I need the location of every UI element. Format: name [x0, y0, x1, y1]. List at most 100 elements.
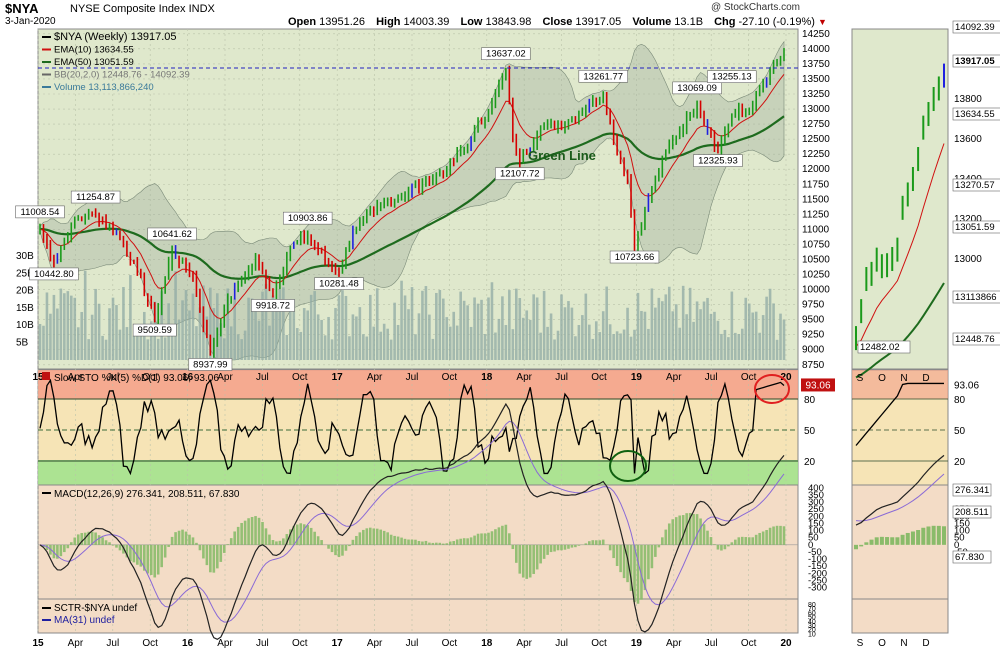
price-axis-tick: 10750: [802, 239, 830, 250]
zoom-macd-histogram-bar: [879, 536, 884, 545]
macd-histogram-bar: [480, 533, 483, 545]
zoom-macd-histogram-bar: [859, 544, 864, 547]
volume-bar: [462, 300, 466, 360]
macd-histogram-bar: [441, 543, 445, 545]
volume-bar: [664, 294, 668, 360]
volume-bar: [163, 337, 167, 360]
x-axis-tick-bottom: Oct: [142, 638, 158, 649]
price-axis-tick: 13500: [802, 74, 830, 85]
zoom-price-label-text: 13917.05: [955, 56, 995, 67]
macd-histogram-bar: [765, 530, 768, 545]
volume-bar: [643, 311, 647, 360]
macd-histogram-bar: [389, 534, 393, 545]
volume-bar: [601, 311, 605, 360]
volume-bar: [713, 311, 716, 360]
price-axis-tick: 9500: [802, 315, 825, 326]
volume-bar: [594, 321, 598, 360]
macd-histogram-bar: [521, 544, 525, 578]
volume-bar: [671, 311, 675, 360]
volume-bar: [403, 295, 407, 360]
volume-bar: [174, 271, 177, 360]
volume-bar: [316, 314, 320, 360]
zoom-price-label: 13917.05: [952, 54, 1000, 68]
price-axis-tick: 13000: [802, 104, 830, 115]
zoom-price-panel: [851, 28, 949, 370]
macd-histogram-bar: [681, 515, 685, 545]
macd-histogram-bar: [337, 544, 341, 558]
macd-histogram-bar: [542, 544, 546, 559]
macd-histogram-bar: [149, 544, 153, 575]
macd-histogram-bar: [608, 544, 612, 551]
x-axis-tick-bottom: Apr: [68, 638, 84, 649]
volume-bar: [389, 339, 393, 360]
volume-bar: [740, 328, 744, 360]
volume-bar: [497, 318, 501, 360]
macd-histogram-bar: [514, 544, 518, 563]
price-annotation-text: 12325.93: [698, 156, 738, 167]
volume-bar: [633, 329, 636, 360]
volume-bar: [362, 334, 365, 360]
zoom-price-tick: 13800: [954, 94, 982, 105]
volume-bar: [417, 313, 421, 360]
x-axis-tick: Oct: [591, 372, 607, 383]
macd-histogram-bar: [111, 544, 115, 546]
volume-bar: [94, 288, 97, 360]
macd-histogram-bar: [720, 544, 723, 551]
volume-bar: [699, 309, 702, 360]
sto-last-value-text: 93.06: [805, 380, 830, 391]
zoom-macd-value: 276.341: [952, 483, 992, 497]
volume-bar: [396, 324, 400, 360]
macd-histogram-bar: [751, 537, 755, 545]
macd-histogram-bar: [487, 532, 490, 545]
macd-histogram-bar: [212, 544, 216, 573]
volume-bar: [441, 298, 445, 360]
macd-histogram-bar: [174, 532, 177, 545]
macd-histogram-bar: [132, 544, 136, 563]
macd-histogram-bar: [170, 536, 174, 545]
volume-bar: [146, 339, 150, 360]
price-axis-tick: 12500: [802, 134, 830, 145]
price-annotation: 11008.54: [15, 205, 65, 219]
volume-bar: [247, 297, 250, 360]
volume-bar: [438, 289, 442, 360]
x-axis-tick-bottom: Jul: [406, 638, 419, 649]
volume-bar: [337, 295, 341, 360]
x-axis-tick-bottom: Apr: [516, 638, 532, 649]
price-axis-tick: 9000: [802, 345, 825, 356]
macd-histogram-bar: [198, 544, 202, 551]
macd-histogram-bar: [563, 544, 567, 550]
volume-axis-tick: 15B: [16, 303, 34, 314]
price-axis-tick: 13750: [802, 59, 830, 70]
macd-histogram-bar: [76, 534, 80, 545]
macd-histogram-bar: [73, 537, 77, 545]
zoom-price-label: 13051.59: [952, 220, 1000, 234]
volume-bar: [393, 302, 396, 360]
macd-histogram-bar: [233, 531, 236, 545]
zoom-x-tick-bottom: O: [878, 638, 886, 649]
volume-bar: [782, 319, 786, 360]
macd-histogram-bar: [716, 544, 720, 550]
price-axis-tick: 11750: [802, 179, 830, 190]
zoom-x-tick: O: [878, 373, 886, 384]
volume-bar: [535, 297, 539, 360]
volume-bar: [605, 286, 608, 360]
volume-bar: [511, 329, 515, 360]
volume-bar: [525, 310, 529, 360]
zoom-macd-histogram-bar: [895, 537, 900, 545]
x-axis-tick-bottom: Apr: [217, 638, 233, 649]
x-axis-tick: Jul: [555, 372, 568, 383]
macd-histogram-bar: [574, 544, 577, 548]
volume-bar: [76, 327, 80, 360]
macd-histogram-bar: [69, 542, 73, 545]
volume-bar: [188, 310, 191, 360]
zoom-price-label: 12448.76: [952, 332, 1000, 346]
price-axis-tick: 14250: [802, 29, 830, 40]
volume-bar: [521, 317, 525, 360]
price-axis-tick: 13250: [802, 89, 830, 100]
volume-bar: [45, 292, 49, 360]
volume-bar: [379, 331, 383, 360]
macd-histogram-bar: [768, 527, 772, 545]
macd-histogram-bar: [709, 537, 713, 545]
macd-histogram-bar: [525, 544, 529, 579]
volume-bar: [309, 294, 313, 360]
